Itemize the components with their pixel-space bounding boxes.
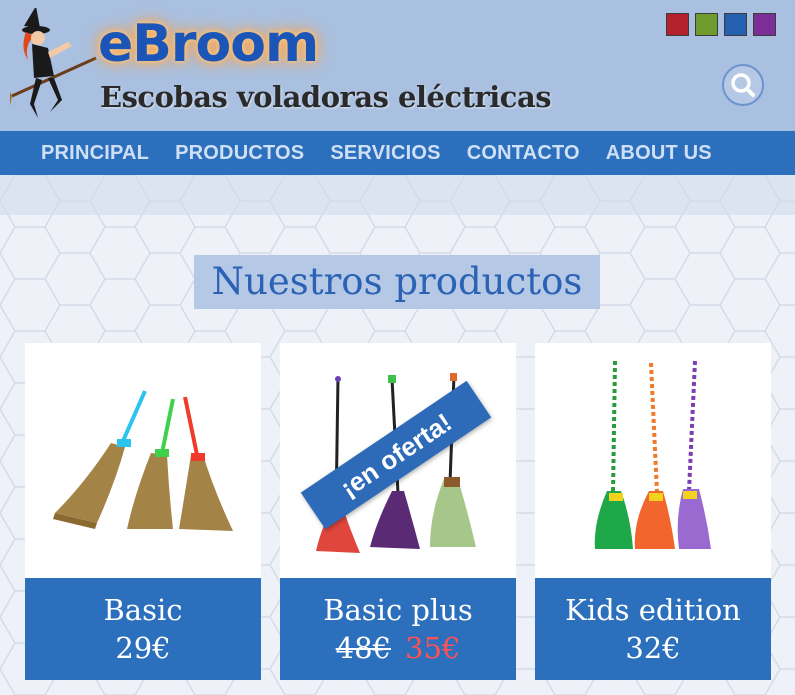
witch-logo-icon [10, 8, 97, 118]
nav-item-about-us[interactable]: ABOUT US [606, 142, 712, 165]
nav-item-principal[interactable]: PRINCIPAL [41, 142, 149, 165]
theme-swatch-blue[interactable] [724, 13, 747, 36]
main-nav: PRINCIPAL PRODUCTOS SERVICIOS CONTACTO A… [0, 131, 795, 175]
nav-item-productos[interactable]: PRODUCTOS [175, 142, 304, 165]
logo[interactable]: eBroom [98, 14, 319, 74]
broom-set-image [53, 390, 233, 531]
product-card-basic-plus[interactable]: ¡en oferta! Basic plus 48€ 35€ [280, 343, 516, 680]
product-card-kids-edition[interactable]: Kids edition 32€ [535, 343, 771, 680]
nav-item-contacto[interactable]: CONTACTO [467, 142, 580, 165]
product-footer: Basic plus 48€ 35€ [280, 578, 516, 680]
site-header: eBroom Escobas voladoras eléctricas [0, 0, 795, 131]
old-price: 48€ [335, 631, 391, 665]
search-icon [731, 73, 755, 97]
product-name: Basic plus [323, 593, 473, 627]
sale-price: 35€ [405, 631, 461, 665]
theme-swatch-red[interactable] [666, 13, 689, 36]
tagline: Escobas voladoras eléctricas [100, 80, 552, 114]
theme-swatch-green[interactable] [695, 13, 718, 36]
section-title: Nuestros productos [194, 255, 600, 309]
product-footer: Basic 29€ [25, 578, 261, 680]
product-image-basic-plus: ¡en oferta! [280, 343, 516, 578]
product-footer: Kids edition 32€ [535, 578, 771, 680]
theme-swatch-purple[interactable] [753, 13, 776, 36]
product-name: Kids edition [565, 593, 741, 627]
product-card-basic[interactable]: Basic 29€ [25, 343, 261, 680]
product-price: 48€ 35€ [280, 630, 516, 666]
product-name: Basic [103, 593, 183, 627]
theme-swatches [666, 13, 776, 36]
product-price: 32€ [625, 631, 681, 665]
search-button[interactable] [722, 64, 764, 106]
nav-item-servicios[interactable]: SERVICIOS [330, 142, 440, 165]
product-image-basic [25, 343, 261, 578]
product-price: 29€ [115, 631, 171, 665]
broom-set-image [594, 360, 711, 549]
product-image-kids-edition [535, 343, 771, 578]
